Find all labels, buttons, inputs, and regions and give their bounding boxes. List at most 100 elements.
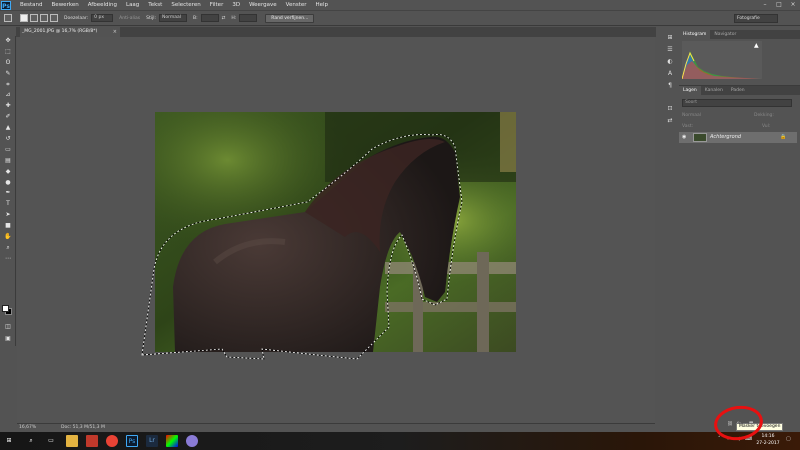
layer-row-background[interactable]: ◉ Achtergrond 🔒 (679, 132, 797, 143)
lock-icon[interactable]: 🔒 (780, 132, 786, 143)
histogram-graph (681, 41, 762, 80)
notifications-icon[interactable]: ▢ (786, 436, 791, 442)
antialias-checkbox[interactable]: Anti-alias (119, 16, 140, 21)
zoom-tool-icon[interactable]: ⌕ (3, 243, 13, 252)
tools-panel: ✥ ⬚ ʘ ✎ ⌗ ⊿ ✚ ✐ ▲ ↺ ▭ ▤ ◆ ● ✒ T ➤ ■ ✋ ⌕ … (0, 36, 16, 346)
foreground-color-swatch[interactable] (2, 305, 9, 312)
menu-help[interactable]: Help (316, 2, 329, 8)
marquee-tool-preset-icon[interactable] (4, 14, 12, 22)
move-tool-icon[interactable]: ✥ (3, 36, 13, 45)
menu-bestand[interactable]: Bestand (20, 2, 43, 8)
warning-icon[interactable]: ▲ (754, 42, 759, 49)
taskbar-clock[interactable]: 14:16 27-2-2017 (756, 433, 780, 447)
menu-bar: Ps Bestand Bewerken Afbeelding Laag Teks… (0, 0, 800, 10)
width-input[interactable] (200, 14, 219, 22)
lasso-tool-icon[interactable]: ʘ (3, 58, 13, 67)
photoshop-taskbar-icon[interactable]: Ps (126, 435, 138, 447)
screen-mode-icon[interactable]: ▣ (3, 334, 13, 343)
crop-tool-icon[interactable]: ⌗ (3, 80, 13, 89)
quick-mask-icon[interactable]: ◫ (3, 322, 13, 331)
brush-tool-icon[interactable]: ✐ (3, 112, 13, 121)
menu-bewerken[interactable]: Bewerken (52, 2, 79, 8)
selection-outline (141, 134, 463, 360)
history-panel-icon[interactable]: ⊞ (665, 33, 675, 42)
path-selection-tool-icon[interactable]: ➤ (3, 210, 13, 219)
character-panel-icon[interactable]: A (665, 69, 675, 78)
healing-brush-tool-icon[interactable]: ✚ (3, 101, 13, 110)
width-label: B: (193, 15, 198, 21)
style-select[interactable]: Normaal (159, 14, 187, 22)
eraser-tool-icon[interactable]: ▭ (3, 145, 13, 154)
tab-paths[interactable]: Paden (727, 86, 749, 95)
paragraph-panel-icon[interactable]: ¶ (665, 81, 675, 90)
lightroom-icon[interactable]: Lr (146, 435, 158, 447)
document-size[interactable]: Doc: 51,3 M/51,3 M (61, 424, 105, 432)
more-tools-icon[interactable]: ⋯ (3, 254, 13, 263)
file-explorer-icon[interactable] (66, 435, 78, 447)
photoshop-logo: Ps (1, 0, 11, 10)
quick-selection-tool-icon[interactable]: ✎ (3, 69, 13, 78)
fill-label: Vul: (762, 124, 771, 129)
menu-laag[interactable]: Laag (126, 2, 139, 8)
document-tab[interactable]: _MG_2001.JPG @ 16,7% (RGB/8*) × (20, 27, 120, 37)
menu-filter[interactable]: Filter (210, 2, 224, 8)
menu-tekst[interactable]: Tekst (148, 2, 162, 8)
layer-name[interactable]: Achtergrond (710, 132, 741, 143)
blend-mode-select[interactable]: Normaal (682, 113, 701, 118)
close-icon[interactable]: × (113, 27, 117, 37)
windows-taskbar: ⊞ ⌕ ▭ Ps Lr (0, 432, 800, 450)
swap-icon[interactable]: ⇄ (222, 16, 226, 21)
feather-input[interactable]: 0 px (91, 14, 114, 22)
task-view-icon[interactable]: ▭ (45, 435, 57, 447)
tab-navigator[interactable]: Navigator (710, 30, 740, 39)
pen-tool-icon[interactable]: ✒ (3, 188, 13, 197)
tray-chevron-icon[interactable]: ˄ (718, 436, 721, 442)
menu-afbeelding[interactable]: Afbeelding (88, 2, 117, 8)
type-tool-icon[interactable]: T (3, 199, 13, 208)
canvas-area[interactable] (17, 37, 655, 423)
minimize-icon[interactable]: – (758, 0, 772, 10)
gradient-tool-icon[interactable]: ▤ (3, 156, 13, 165)
intersect-selection-icon[interactable] (50, 14, 58, 22)
add-selection-icon[interactable] (30, 14, 38, 22)
layer-filter-select[interactable]: Soort (682, 99, 792, 107)
shape-tool-icon[interactable]: ■ (3, 221, 13, 230)
eye-icon[interactable]: ◉ (682, 132, 688, 143)
color-app-icon[interactable] (166, 435, 178, 447)
menu-selecteren[interactable]: Selecteren (171, 2, 200, 8)
layer-options-row: Normaal Dekking: (682, 112, 792, 120)
swatches-panel-icon[interactable]: ⇄ (665, 116, 675, 125)
close-window-icon[interactable]: × (786, 0, 800, 10)
height-input[interactable] (239, 14, 258, 22)
clock-time: 14:16 (761, 434, 775, 439)
tab-channels[interactable]: Kanalen (701, 86, 727, 95)
menu-3d[interactable]: 3D (232, 2, 240, 8)
marquee-tool-icon[interactable]: ⬚ (3, 47, 13, 56)
new-selection-icon[interactable] (20, 14, 28, 22)
maximize-icon[interactable]: □ (772, 0, 786, 10)
subtract-selection-icon[interactable] (40, 14, 48, 22)
search-icon[interactable]: ⌕ (25, 435, 37, 447)
lock-label: Vast: (682, 124, 694, 129)
menu-venster[interactable]: Venster (286, 2, 307, 8)
properties-panel-icon[interactable]: ☰ (665, 45, 675, 54)
dodge-tool-icon[interactable]: ● (3, 178, 13, 187)
adjustments-panel-icon[interactable]: ◐ (665, 57, 675, 66)
store-icon[interactable] (86, 435, 98, 447)
windows-start-icon[interactable]: ⊞ (3, 435, 15, 447)
clock-date: 27-2-2017 (756, 441, 780, 446)
info-panel-icon[interactable]: ⊡ (665, 104, 675, 113)
menu-weergave[interactable]: Weergave (249, 2, 277, 8)
tab-histogram[interactable]: Histogram (679, 30, 711, 39)
eyedropper-tool-icon[interactable]: ⊿ (3, 90, 13, 99)
chrome-icon[interactable] (106, 435, 118, 447)
history-brush-tool-icon[interactable]: ↺ (3, 134, 13, 143)
zoom-level[interactable]: 16,67% (19, 424, 36, 432)
blur-tool-icon[interactable]: ◆ (3, 167, 13, 176)
workspace-select[interactable]: Fotografie (734, 14, 778, 23)
app-icon[interactable] (186, 435, 198, 447)
clone-stamp-tool-icon[interactable]: ▲ (3, 123, 13, 132)
tab-layers[interactable]: Lagen (679, 86, 701, 95)
hand-tool-icon[interactable]: ✋ (3, 232, 13, 241)
refine-edge-button[interactable]: Rand verfijnen... (265, 13, 315, 23)
